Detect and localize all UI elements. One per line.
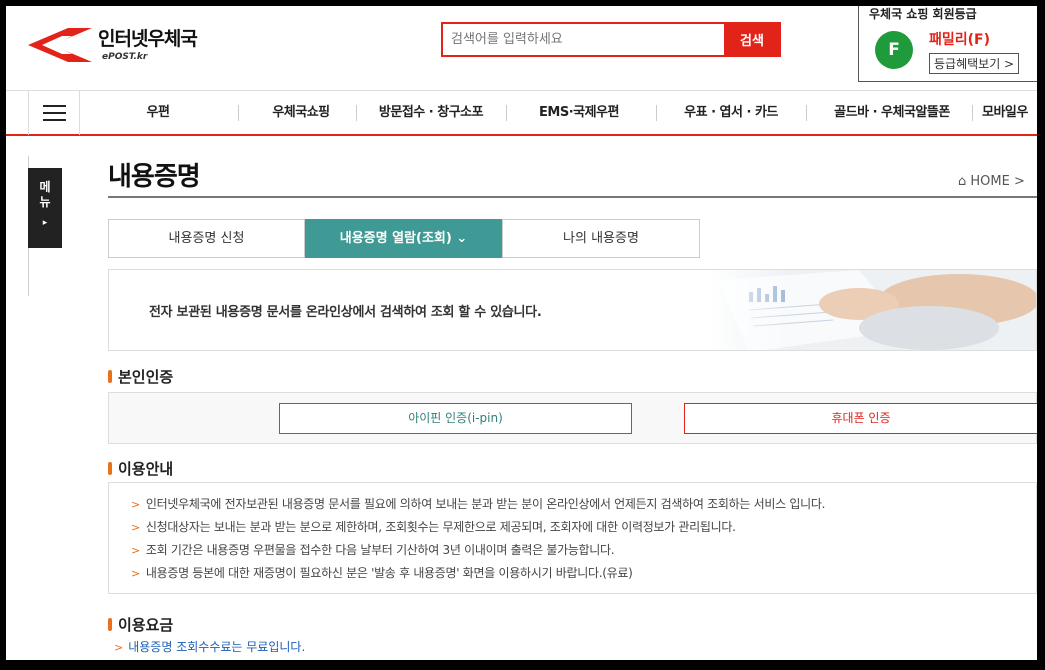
bullet-arrow-icon: >: [131, 567, 140, 580]
tab-view-lookup[interactable]: 내용증명 열람(조회) ⌄: [305, 219, 502, 258]
section-title-text: 이용요금: [118, 616, 174, 634]
section-bullet-icon: [108, 462, 112, 475]
intro-text: 전자 보관된 내용증명 문서를 온라인상에서 검색하여 조회 할 수 있습니다.: [149, 305, 542, 320]
logo-mark-icon: [28, 28, 92, 62]
fee-text: > 내용증명 조회수수료는 무료입니다.: [114, 640, 306, 654]
side-menu-arrow-icon: ▸: [42, 218, 48, 228]
gnb-divider: [656, 105, 657, 121]
gnb-item-post[interactable]: 우편: [118, 91, 198, 135]
logo-subtitle: ePOST.kr: [102, 52, 148, 62]
section-bullet-icon: [108, 618, 112, 631]
section-title-text: 본인인증: [118, 368, 174, 386]
gnb-item-goldbar[interactable]: 골드바 · 우체국알뜰폰: [812, 91, 972, 135]
epost-logo[interactable]: 인터넷우체국 ePOST.kr: [28, 22, 228, 68]
search-bar: 검색: [441, 22, 781, 57]
auth-box: 아이핀 인증(i-pin) 휴대폰 인증: [108, 392, 1037, 444]
hands-document-illustration: [709, 270, 1036, 350]
page-frame: 인터넷우체국 ePOST.kr 검색 우체국 쇼핑 회원등급 F 패밀리(F) …: [6, 6, 1037, 660]
member-grade-title: 우체국 쇼핑 회원등급: [869, 7, 977, 21]
list-item: > 내용증명 등본에 대한 재증명이 필요하신 분은 '발송 후 내용증명' 화면…: [131, 566, 633, 580]
side-menu-label: 뉴: [39, 195, 51, 209]
grade-name: 패밀리(F): [929, 32, 991, 48]
list-item: > 신청대상자는 보내는 분과 받는 분으로 제한하며, 조회횟수는 무제한으로 …: [131, 520, 736, 534]
side-menu-label: 메: [39, 180, 51, 194]
intro-banner: 전자 보관된 내용증명 문서를 온라인상에서 검색하여 조회 할 수 있습니다.: [108, 269, 1037, 351]
gnb-item-stamps[interactable]: 우표 · 엽서 · 카드: [666, 91, 796, 135]
gnb-item-visit-parcel[interactable]: 방문접수 · 창구소포: [361, 91, 501, 135]
breadcrumb[interactable]: ⌂ HOME >: [958, 174, 1025, 189]
usage-info-box: > 인터넷우체국에 전자보관된 내용증명 문서를 필요에 의하여 보내는 분과 받…: [108, 482, 1037, 594]
ipin-auth-button[interactable]: 아이핀 인증(i-pin): [279, 403, 632, 434]
section-bullet-icon: [108, 370, 112, 383]
section-title-fee: 이용요금: [108, 614, 173, 635]
page-title: 내용증명: [108, 162, 201, 192]
phone-auth-button[interactable]: 휴대폰 인증: [684, 403, 1037, 434]
bullet-arrow-icon: >: [131, 544, 140, 557]
global-nav: 우편 우체국쇼핑 방문접수 · 창구소포 EMS·국제우편 우표 · 엽서 · …: [6, 90, 1037, 136]
gnb-divider: [238, 105, 239, 121]
member-grade-panel: 우체국 쇼핑 회원등급 F 패밀리(F) 등급혜택보기 >: [858, 6, 1037, 82]
tab-apply[interactable]: 내용증명 신청: [108, 219, 305, 258]
search-button[interactable]: 검색: [724, 22, 780, 57]
gnb-item-ems[interactable]: EMS·국제우편: [514, 91, 644, 135]
hamburger-menu-icon[interactable]: [28, 91, 80, 135]
gnb-divider: [506, 105, 507, 121]
gnb-item-mobile[interactable]: 모바일우: [982, 91, 1037, 135]
gnb-divider: [356, 105, 357, 121]
grade-benefits-button[interactable]: 등급혜택보기 >: [929, 53, 1020, 74]
section-title-usage: 이용안내: [108, 458, 173, 479]
list-item: > 인터넷우체국에 전자보관된 내용증명 문서를 필요에 의하여 보내는 분과 받…: [131, 497, 826, 511]
gnb-divider: [806, 105, 807, 121]
tab-my-certified[interactable]: 나의 내용증명: [502, 219, 700, 258]
bullet-arrow-icon: >: [114, 641, 124, 654]
side-menu-tab[interactable]: 메 뉴 ▸: [28, 168, 62, 248]
list-item: > 조회 기간은 내용증명 우편물을 접수한 다음 날부터 기산하여 3년 이내이…: [131, 543, 615, 557]
grade-badge-icon: F: [875, 31, 913, 69]
section-title-text: 이용안내: [118, 460, 174, 478]
search-input[interactable]: [443, 24, 725, 55]
bullet-arrow-icon: >: [131, 498, 140, 511]
section-title-auth: 본인인증: [108, 366, 173, 387]
gnb-divider: [972, 105, 973, 121]
title-divider: [108, 196, 1037, 198]
logo-title: 인터넷우체국: [98, 28, 198, 50]
bullet-arrow-icon: >: [131, 521, 140, 534]
gnb-item-shopping[interactable]: 우체국쇼핑: [251, 91, 351, 135]
